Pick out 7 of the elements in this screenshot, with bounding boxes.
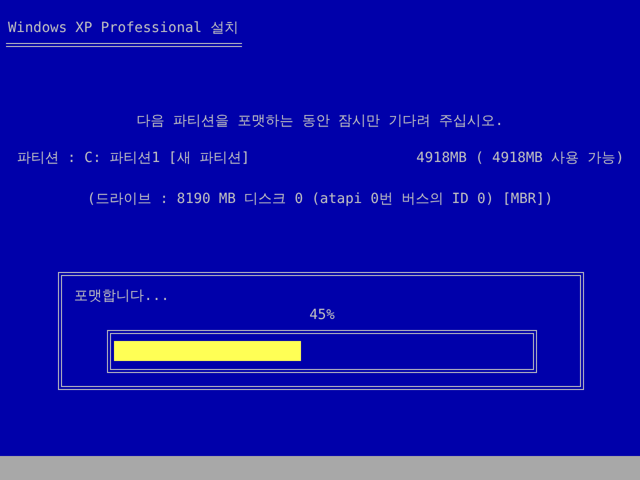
instruction-text: 다음 파티션을 포맷하는 동안 잠시만 기다려 주십시오. [136, 113, 504, 129]
partition-name: 파티션 : C: 파티션1 [새 파티션] [17, 149, 250, 168]
partition-size: 4918MB ( 4918MB 사용 가능) [416, 149, 624, 168]
progress-percent: 45% [309, 307, 335, 323]
drive-info: (드라이브 : 8190 MB 디스크 0 (atapi 0번 버스의 ID 0) [MBR]) [87, 191, 553, 207]
progress-label: 포맷합니다... [74, 288, 170, 304]
window-title: Windows XP Professional 설치 [7, 19, 240, 38]
